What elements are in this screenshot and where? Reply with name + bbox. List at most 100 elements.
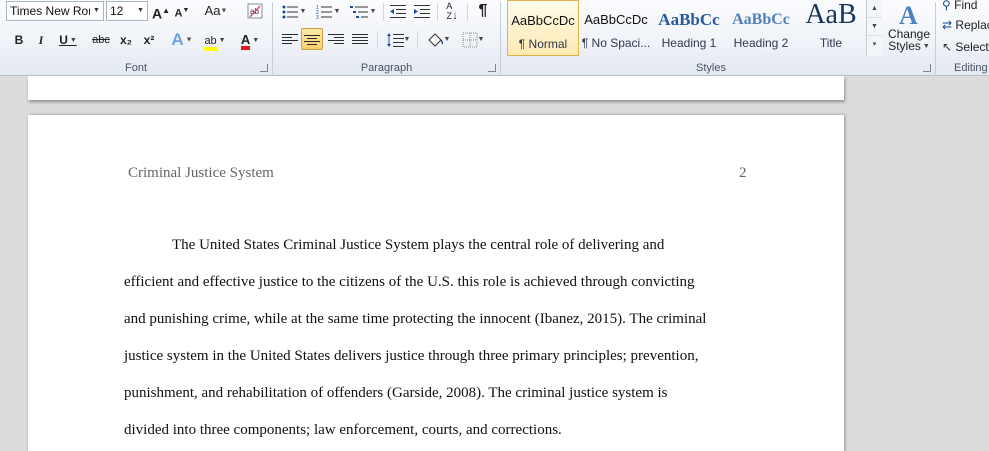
numbering-button[interactable]: 1 2 3 ▼ (313, 0, 343, 22)
style-title[interactable]: AaB Title (795, 0, 867, 56)
dialog-launcher-icon[interactable] (923, 64, 931, 72)
style-name: ¶ Normal (518, 37, 568, 51)
dialog-launcher-icon[interactable] (488, 64, 496, 72)
line-spacing-button[interactable]: ▼ (383, 28, 413, 50)
select-label: Select (955, 40, 989, 54)
line-spacing-icon (386, 32, 404, 47)
bullets-icon (282, 5, 298, 19)
shading-button[interactable]: ▼ (423, 28, 453, 50)
font-color-icon: A (240, 33, 251, 50)
decrease-indent-button[interactable] (387, 0, 409, 22)
body-line: and punishing crime, while at the same t… (124, 311, 707, 327)
align-right-icon (328, 32, 344, 46)
style-no-spacing[interactable]: AaBbCcDc ¶ No Spaci... (580, 0, 652, 56)
numbering-icon: 1 2 3 (316, 5, 332, 21)
cursor-icon: ↖ (942, 40, 953, 54)
style-name: Heading 1 (661, 36, 717, 50)
change-styles-icon: A (899, 1, 918, 28)
sort-button[interactable]: AZ ↓ (441, 0, 463, 22)
text-effects-button[interactable]: A ▼ (169, 29, 195, 51)
change-case-button[interactable]: Aa▼ (203, 0, 229, 22)
select-button[interactable]: ↖ Select (942, 36, 989, 58)
font-group: Times New Rom ▼ 12 ▼ A▲ A▼ Aa▼ ab B I (0, 0, 272, 76)
styles-group: AaBbCcDc ¶ Normal AaBbCcDc ¶ No Spaci...… (501, 0, 935, 76)
ribbon: Times New Rom ▼ 12 ▼ A▲ A▼ Aa▼ ab B I (0, 0, 989, 76)
align-center-button[interactable] (301, 28, 323, 50)
bullets-button[interactable]: ▼ (279, 0, 309, 22)
separator (383, 3, 384, 21)
strikethrough-icon: abc (92, 34, 110, 46)
separator (377, 31, 378, 49)
replace-label: Replace (955, 18, 989, 32)
align-left-button[interactable] (279, 28, 301, 50)
font-size-combo[interactable]: 12 ▼ (106, 1, 148, 21)
increase-indent-icon (414, 4, 430, 18)
style-name: Title (819, 36, 843, 50)
chevron-down-icon[interactable]: ▼ (134, 2, 147, 20)
more-styles-icon[interactable]: ▾ (867, 36, 882, 54)
shrink-font-icon: A (174, 7, 183, 20)
shrink-font-button[interactable]: A▼ (173, 0, 191, 22)
highlight-button[interactable]: ab ▼ (200, 29, 230, 51)
align-right-button[interactable] (325, 28, 347, 50)
replace-icon: ⇄ (942, 18, 953, 32)
font-name-combo[interactable]: Times New Rom ▼ (6, 1, 104, 21)
paragraph-group: ▼ 1 2 3 ▼ ▼ A Z ↓ ¶ ▼ ▼ ▼ Paragraph (273, 0, 500, 76)
subscript-button[interactable]: x₂ (116, 29, 136, 51)
styles-gallery-scroll[interactable]: ▲ ▼ ▾ (866, 0, 882, 56)
style-name: ¶ No Spaci... (581, 36, 651, 50)
binoculars-icon: ⚲ (942, 0, 951, 12)
font-name-value: Times New Rom (10, 4, 99, 18)
paragraph-group-label: Paragraph (360, 62, 413, 74)
highlight-icon: ab (204, 35, 217, 51)
superscript-button[interactable]: x² (139, 29, 159, 51)
highlight-label: ab (204, 35, 217, 47)
font-group-label: Font (124, 62, 147, 74)
font-color-button[interactable]: A ▼ (235, 29, 265, 51)
body-line: efficient and effective justice to the c… (124, 274, 695, 290)
bold-button[interactable]: B (10, 29, 28, 51)
underline-button[interactable]: U ▼ (55, 29, 81, 51)
styles-group-label: Styles (696, 62, 726, 74)
body-line: divided into three components; law enfor… (124, 422, 562, 438)
show-marks-button[interactable]: ¶ (472, 0, 494, 22)
document-page[interactable]: Criminal Justice System 2 The United Sta… (28, 115, 844, 451)
change-case-icon: Aa (204, 3, 221, 18)
strikethrough-button[interactable]: abc (90, 29, 112, 51)
borders-button[interactable]: ▼ (457, 28, 489, 50)
dialog-launcher-icon[interactable] (260, 64, 268, 72)
decrease-indent-icon (390, 4, 406, 18)
running-head: Criminal Justice System (128, 165, 274, 181)
style-normal[interactable]: AaBbCcDc ¶ Normal (507, 0, 579, 56)
grow-font-icon: A (151, 5, 163, 22)
previous-page (28, 76, 844, 100)
style-sample: AaBbCcDc (584, 12, 648, 27)
separator (467, 3, 468, 21)
grow-font-button[interactable]: A▲ (151, 0, 171, 22)
style-heading-1[interactable]: AaBbCc Heading 1 (653, 0, 725, 56)
style-sample: AaBbCcDc (511, 13, 575, 28)
align-left-icon (282, 32, 298, 46)
increase-indent-button[interactable] (411, 0, 433, 22)
font-size-value: 12 (110, 4, 124, 18)
justify-button[interactable] (349, 28, 371, 50)
style-name: Heading 2 (733, 36, 789, 50)
change-styles-button[interactable]: A Change Styles ▼ (884, 0, 934, 58)
style-sample: AaBbCc (732, 11, 790, 28)
multilevel-list-button[interactable]: ▼ (347, 0, 379, 22)
body-line: punishment, and rehabilitation of offend… (124, 385, 668, 401)
underline-icon: U (59, 33, 68, 47)
scroll-up-icon[interactable]: ▲ (867, 0, 882, 18)
chevron-down-icon[interactable]: ▼ (90, 2, 103, 20)
style-heading-2[interactable]: AaBbCc Heading 2 (725, 0, 797, 56)
replace-button[interactable]: ⇄ Replace (942, 14, 989, 36)
borders-icon (462, 32, 478, 48)
svg-text:3: 3 (316, 15, 319, 20)
editing-group: ⚲ Find ⇄ Replace ↖ Select Editing (936, 0, 989, 76)
separator (437, 3, 438, 21)
page-number: 2 (739, 165, 747, 181)
clear-formatting-button[interactable]: ab (244, 0, 266, 22)
italic-button[interactable]: I (32, 29, 50, 51)
scroll-down-icon[interactable]: ▼ (867, 18, 882, 36)
text-effects-icon: A (171, 30, 184, 49)
